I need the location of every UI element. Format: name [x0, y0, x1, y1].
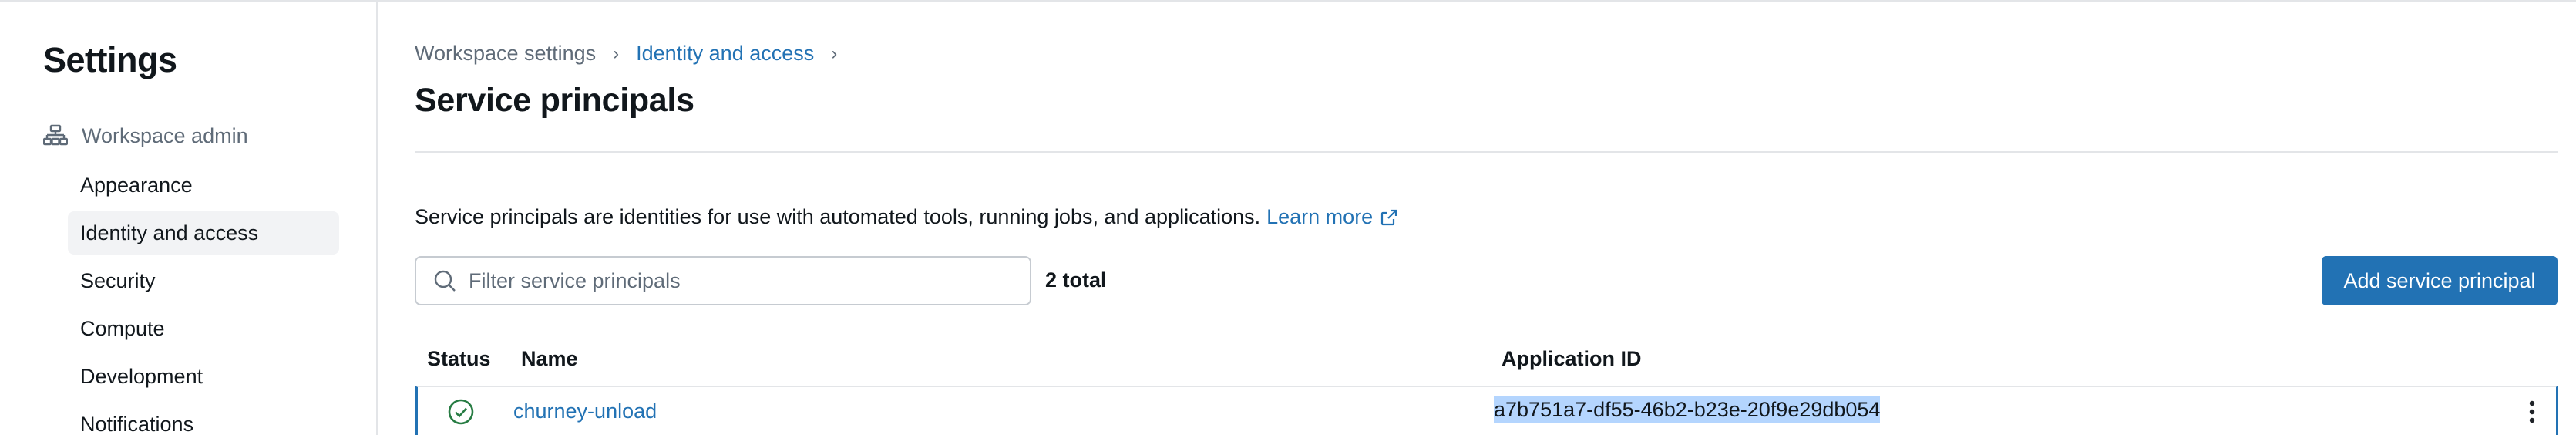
sidebar-item-security[interactable]: Security: [68, 259, 339, 302]
sidebar-item-development[interactable]: Development: [68, 355, 339, 398]
breadcrumb-separator: ›: [613, 42, 620, 64]
application-id-cell[interactable]: a7b751a7-df55-46b2-b23e-20f9e29db054: [1494, 396, 1881, 423]
workspace-admin-icon: [43, 123, 69, 149]
service-principal-name-link[interactable]: churney-unload: [513, 400, 657, 423]
sidebar-item-compute[interactable]: Compute: [68, 307, 339, 350]
column-header-application-id[interactable]: Application ID: [1502, 347, 1642, 371]
row-actions-kebab-icon[interactable]: [2521, 396, 2544, 427]
check-circle-icon: [447, 398, 475, 426]
breadcrumb-workspace-settings[interactable]: Workspace settings: [415, 42, 596, 66]
sidebar-item-appearance[interactable]: Appearance: [68, 164, 339, 207]
search-icon: [434, 270, 456, 292]
learn-more-label: Learn more: [1266, 205, 1374, 228]
header-divider: [415, 151, 2558, 153]
page-title: Service principals: [415, 82, 694, 119]
add-service-principal-button[interactable]: Add service principal: [2322, 256, 2558, 305]
breadcrumb: Workspace settings › Identity and access…: [415, 42, 854, 66]
learn-more-link[interactable]: Learn more: [1266, 205, 1397, 229]
sidebar-section-workspace-admin: Workspace admin: [43, 120, 248, 151]
search-input[interactable]: [469, 268, 1008, 293]
sidebar-title: Settings: [43, 40, 177, 79]
sidebar-item-identity-and-access[interactable]: Identity and access: [68, 211, 339, 255]
page-description: Service principals are identities for us…: [415, 205, 1397, 229]
settings-sidebar: Settings Workspace admin Appearance Iden…: [0, 2, 378, 435]
main-content: Workspace settings › Identity and access…: [379, 2, 2576, 435]
breadcrumb-identity-and-access[interactable]: Identity and access: [636, 42, 814, 66]
table-row[interactable]: churney-unload a7b751a7-df55-46b2-b23e-2…: [415, 386, 2558, 435]
total-count: 2 total: [1045, 268, 1107, 292]
column-header-status[interactable]: Status: [427, 347, 491, 371]
app-window: Settings Workspace admin Appearance Iden…: [0, 0, 2576, 435]
sidebar-section-label: Workspace admin: [82, 123, 248, 147]
column-header-name[interactable]: Name: [521, 347, 578, 371]
external-link-icon: [1381, 209, 1397, 225]
search-field[interactable]: [415, 256, 1031, 305]
sidebar-item-notifications[interactable]: Notifications: [68, 403, 339, 435]
description-text: Service principals are identities for us…: [415, 205, 1261, 228]
breadcrumb-separator: ›: [831, 42, 838, 64]
